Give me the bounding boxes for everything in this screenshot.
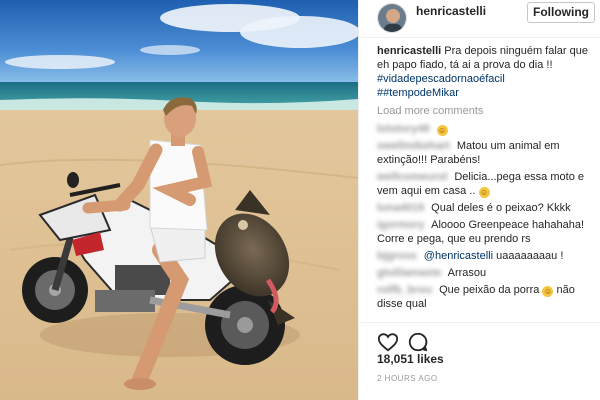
comment-item: lolotory48 ☺: [377, 122, 591, 136]
post-photo: [0, 0, 358, 400]
comment-item: swellmikehart Matou um animal em extinçã…: [377, 139, 591, 167]
happy-face-icon: ☺: [436, 125, 448, 136]
sweat-smile-icon: ☺: [478, 187, 490, 198]
likes-count[interactable]: 18,051 likes: [377, 352, 444, 366]
comment-item: gtulilamaste Arrasou: [377, 266, 591, 280]
comment-text: Que peixão da porra: [439, 284, 540, 296]
avatar[interactable]: [377, 3, 407, 33]
mention-link[interactable]: @henricastelli: [424, 250, 493, 262]
post-timestamp: 2 HOURS AGO: [377, 374, 438, 383]
hashtag-link[interactable]: ##tempodeMikar: [377, 86, 591, 100]
comment-item: igormory Aloooo Greenpeace hahahaha! Cor…: [377, 218, 591, 246]
hashtag-link[interactable]: #vidadepescadornaoéfacil: [377, 72, 591, 86]
comment-text: uaaaaaaaau !: [496, 250, 564, 262]
load-more-comments-link[interactable]: Load more comments: [377, 104, 591, 118]
comment-item: wellcomeurol Delicia...pega essa moto e …: [377, 170, 591, 198]
comment-username[interactable]: rolfb_brou: [377, 284, 432, 296]
post-header: henricastelli Following: [359, 0, 600, 38]
comment-username[interactable]: lolotory48: [377, 123, 430, 135]
comment-item: rolfb_brou Que peixão da porra ☺ não dis…: [377, 283, 591, 311]
comment-item: bjgross @henricastelli uaaaaaaaau !: [377, 249, 591, 263]
comment-text: Qual deles é o peixao? Kkkk: [431, 202, 571, 214]
comment-username[interactable]: igormory: [377, 219, 425, 231]
comment-bubble-icon[interactable]: [407, 331, 429, 353]
comment-username[interactable]: gtulilamaste: [377, 267, 441, 279]
comment-username[interactable]: swellmikehart: [377, 140, 450, 152]
heart-outline-icon[interactable]: [377, 331, 399, 353]
caption-username[interactable]: henricastelli: [377, 45, 441, 57]
following-button[interactable]: Following: [527, 2, 595, 23]
comment-item: luna4019 Qual deles é o peixao? Kkkk: [377, 201, 591, 215]
post-caption: henricastelli Pra depois ninguém falar q…: [377, 44, 591, 100]
comments-list: henricastelli Pra depois ninguém falar q…: [377, 44, 591, 314]
header-username[interactable]: henricastelli: [416, 4, 486, 18]
comment-username[interactable]: wellcomeurol: [377, 171, 447, 183]
comment-text: Arrasou: [447, 267, 487, 279]
comment-username[interactable]: bjgross: [377, 250, 417, 262]
relieved-face-icon: ☺: [542, 286, 554, 297]
comment-username[interactable]: luna4019: [377, 202, 424, 214]
post-panel: henricastelli Following henricastelli Pr…: [358, 0, 600, 400]
